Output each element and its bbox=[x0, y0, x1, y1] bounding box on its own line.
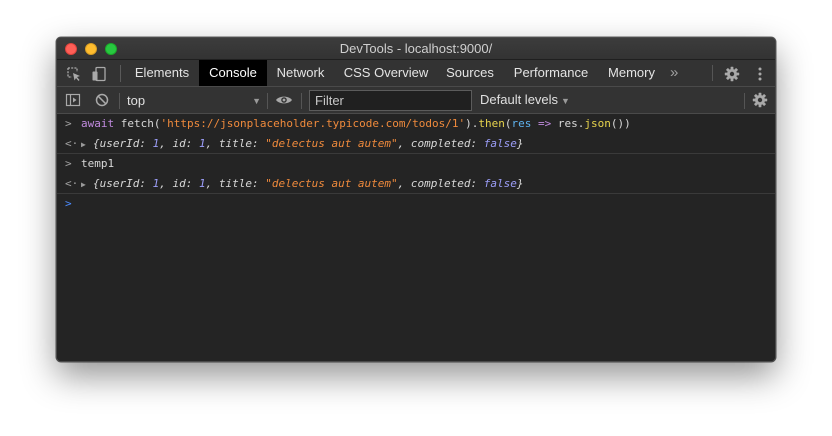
log-levels-label: Default levels bbox=[480, 92, 559, 107]
tab-network[interactable]: Network bbox=[267, 60, 334, 86]
log-levels-dropdown[interactable]: Default levels ▼ bbox=[480, 91, 570, 109]
more-vertical-icon[interactable] bbox=[751, 65, 769, 83]
tab-divider bbox=[120, 65, 121, 82]
console-output[interactable]: > await fetch('https://jsonplaceholder.t… bbox=[57, 114, 775, 361]
tab-memory[interactable]: Memory bbox=[600, 60, 663, 86]
tab-elements[interactable]: Elements bbox=[125, 60, 199, 86]
console-result-line[interactable]: <· ▶ {userId: 1, id: 1, title: "delectus … bbox=[57, 134, 775, 154]
result-arrow-icon: <· bbox=[65, 137, 79, 150]
eye-icon[interactable] bbox=[275, 91, 293, 109]
clear-console-icon[interactable] bbox=[93, 91, 111, 109]
filter-input[interactable] bbox=[309, 90, 472, 111]
device-toggle-icon[interactable] bbox=[90, 65, 108, 83]
tab-performance[interactable]: Performance bbox=[502, 60, 600, 86]
tab-css-overview[interactable]: CSS Overview bbox=[334, 60, 438, 86]
expand-triangle-icon[interactable]: ▶ bbox=[81, 175, 93, 195]
context-selector[interactable]: top ▼ bbox=[127, 92, 261, 110]
console-input-line: > temp1 bbox=[57, 154, 775, 174]
panel-tab-bar: Elements Console Network CSS Overview So… bbox=[57, 60, 775, 87]
toolbar-divider bbox=[267, 93, 268, 109]
tabbar-divider bbox=[712, 65, 713, 81]
chevron-down-icon: ▼ bbox=[561, 96, 570, 106]
toolbar-divider bbox=[301, 93, 302, 109]
tab-console[interactable]: Console bbox=[199, 60, 267, 86]
input-chevron-icon: > bbox=[65, 117, 72, 130]
expand-triangle-icon[interactable]: ▶ bbox=[81, 135, 93, 155]
result-arrow-icon: <· bbox=[65, 177, 79, 190]
chevron-down-icon: ▼ bbox=[252, 96, 261, 106]
console-settings-gear-icon[interactable] bbox=[751, 91, 769, 109]
inspect-element-icon[interactable] bbox=[65, 65, 83, 83]
result-object[interactable]: {userId: 1, id: 1, title: "delectus aut … bbox=[93, 177, 524, 190]
console-result-line[interactable]: <· ▶ {userId: 1, id: 1, title: "delectus … bbox=[57, 174, 775, 194]
input-chevron-icon: > bbox=[65, 157, 72, 170]
console-prompt[interactable]: > bbox=[57, 194, 775, 214]
console-toolbar: top ▼ Default levels▼ bbox=[57, 87, 775, 114]
toolbar-divider bbox=[119, 93, 120, 109]
toolbar-divider bbox=[744, 93, 745, 109]
window-title: DevTools - localhost:9000/ bbox=[339, 41, 493, 56]
devtools-window: DevTools - localhost:9000/ Elements Cons… bbox=[56, 37, 776, 362]
tab-sources[interactable]: Sources bbox=[438, 60, 502, 86]
title-bar: DevTools - localhost:9000/ bbox=[57, 38, 775, 60]
result-object[interactable]: {userId: 1, id: 1, title: "delectus aut … bbox=[93, 137, 524, 150]
gear-icon[interactable] bbox=[723, 65, 741, 83]
prompt-chevron-icon: > bbox=[65, 197, 72, 210]
sidebar-toggle-icon[interactable] bbox=[64, 91, 82, 109]
more-tabs-button[interactable]: » bbox=[670, 60, 678, 86]
context-label: top bbox=[127, 93, 146, 108]
console-input-line: > await fetch('https://jsonplaceholder.t… bbox=[57, 114, 775, 134]
